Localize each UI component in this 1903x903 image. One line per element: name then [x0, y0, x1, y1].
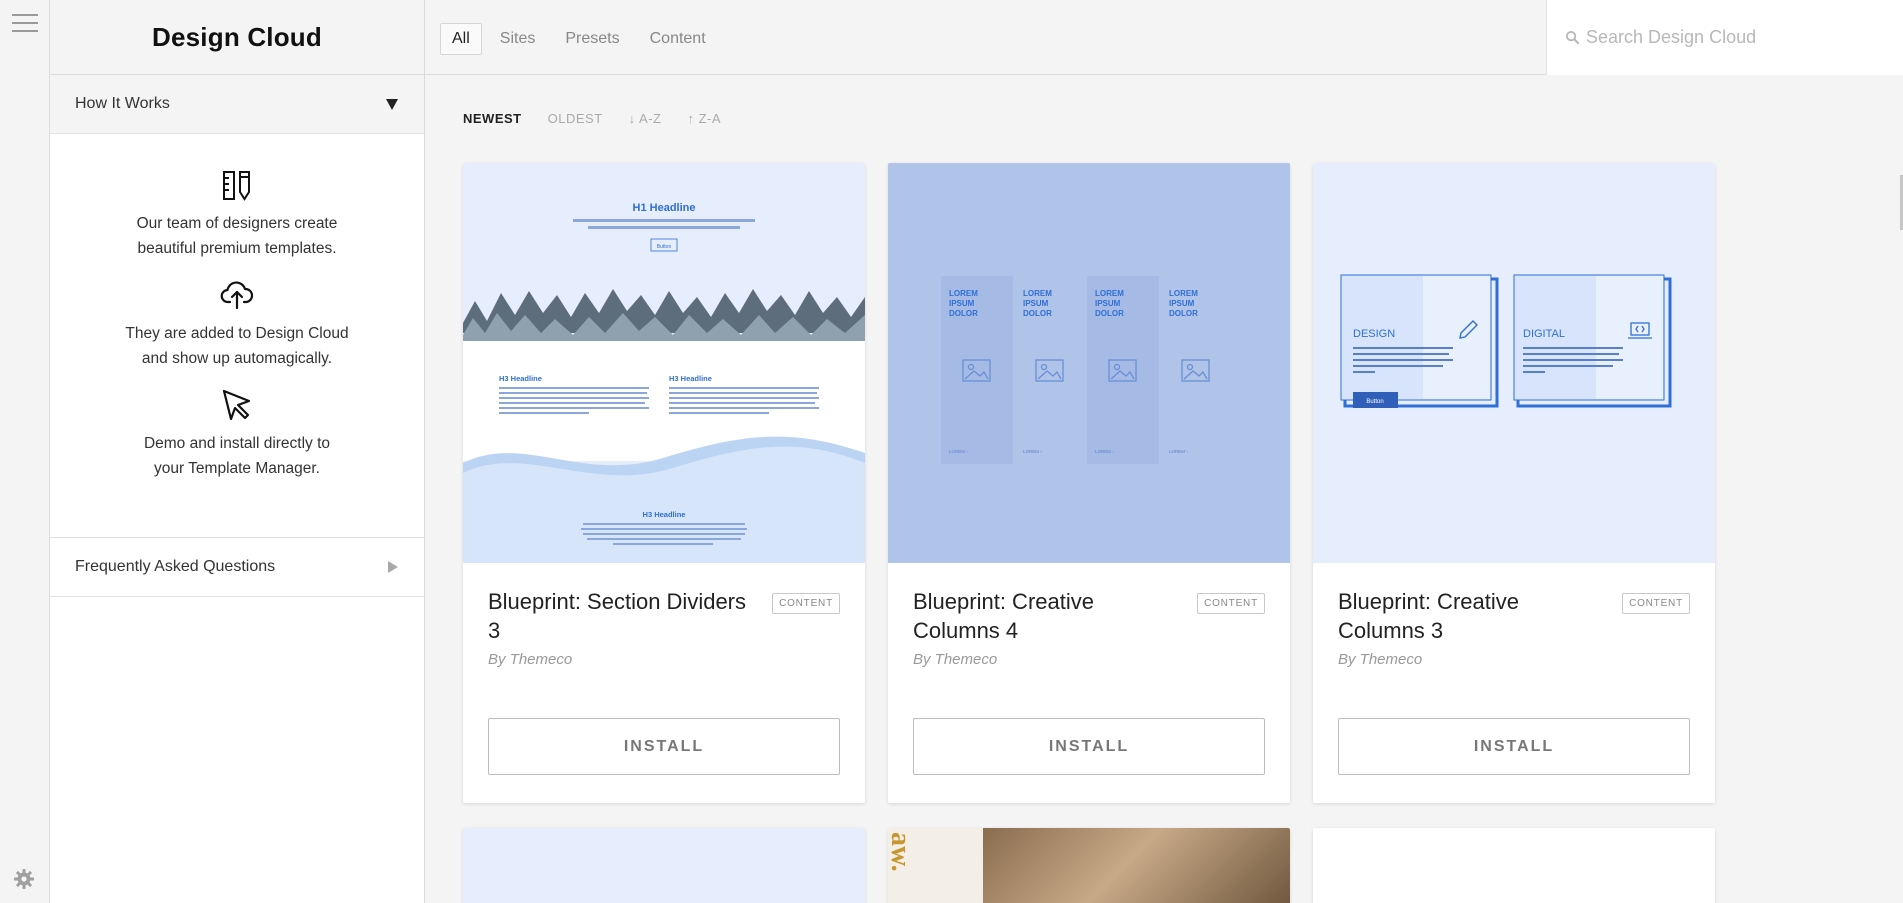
sort-bar: NEWEST OLDEST ↓ A-Z ↑ Z-A	[463, 111, 721, 126]
cloud-upload-icon	[220, 281, 254, 310]
template-thumbnail[interactable]	[463, 828, 865, 903]
svg-text:DOLOR: DOLOR	[1169, 309, 1198, 318]
search-box	[1546, 0, 1903, 75]
template-title: Blueprint: Creative Columns 4	[913, 589, 1094, 643]
creative-columns-3-preview: DESIGN Button DIGITAL	[1313, 163, 1715, 563]
preview-h3-right: H3 Headline	[669, 374, 712, 383]
how-step-design-text: Our team of designers create beautiful pr…	[136, 215, 338, 257]
template-card-partial[interactable]	[463, 828, 865, 903]
hamburger-icon[interactable]	[12, 14, 38, 34]
install-button[interactable]: INSTALL	[488, 718, 840, 775]
template-title: Blueprint: Creative Columns 3	[1338, 589, 1519, 643]
faq-label: Frequently Asked Questions	[75, 558, 276, 575]
svg-text:IPSUM: IPSUM	[1023, 299, 1049, 308]
sort-z-a[interactable]: ↑ Z-A	[687, 111, 721, 126]
template-card[interactable]: H1 Headline Button H3 Headline H3 Headli…	[463, 163, 865, 803]
type-badge: CONTENT	[1197, 593, 1265, 614]
svg-text:LOREM ›: LOREM ›	[1169, 449, 1188, 454]
type-badge: CONTENT	[1622, 593, 1690, 614]
tab-sites[interactable]: Sites	[488, 23, 548, 55]
photo-preview	[983, 828, 1290, 903]
sort-a-z[interactable]: ↓ A-Z	[629, 111, 662, 126]
preview-box-button: Button	[1366, 399, 1383, 405]
svg-text:IPSUM: IPSUM	[949, 299, 975, 308]
creative-columns-4-preview: LOREMIPSUMDOLOR LOREMIPSUMDOLOR LOREMIPS…	[888, 163, 1290, 563]
template-author: By Themeco	[488, 651, 573, 668]
how-it-works-label: How It Works	[75, 95, 170, 112]
template-thumbnail[interactable]: H1 Headline Button H3 Headline H3 Headli…	[463, 163, 865, 563]
how-step-cloud: They are added to Design Cloud and show u…	[50, 277, 424, 371]
how-step-install-text: Demo and install directly to your Templat…	[143, 435, 331, 477]
svg-text:LOREM ›: LOREM ›	[1095, 449, 1114, 454]
template-card-partial[interactable]	[1313, 828, 1715, 903]
svg-text:DOLOR: DOLOR	[1095, 309, 1124, 318]
preview-h3-left: H3 Headline	[499, 374, 542, 383]
template-info: Blueprint: Section Dividers 3 CONTENT By…	[463, 563, 865, 803]
install-button[interactable]: INSTALL	[1338, 718, 1690, 775]
template-title: Blueprint: Section Dividers 3	[488, 589, 747, 643]
ruler-pencil-icon	[223, 171, 250, 201]
how-step-design: Our team of designers create beautiful pr…	[50, 167, 424, 261]
tab-all[interactable]: All	[440, 23, 482, 55]
faq-toggle[interactable]: Frequently Asked Questions	[50, 538, 424, 597]
template-thumbnail[interactable]: aw.	[888, 828, 1290, 903]
triangle-right-icon	[388, 561, 398, 573]
preview-h3-bottom: H3 Headline	[643, 510, 686, 519]
preview-box2-title: DIGITAL	[1523, 328, 1565, 340]
search-icon	[1565, 30, 1580, 45]
svg-text:IPSUM: IPSUM	[1095, 299, 1121, 308]
template-author: By Themeco	[1338, 651, 1423, 668]
gear-icon[interactable]	[12, 867, 36, 891]
filter-tabs: All Sites Presets Content	[440, 23, 718, 55]
topbar: All Sites Presets Content	[425, 0, 1903, 75]
template-author: By Themeco	[913, 651, 998, 668]
template-info: Blueprint: Creative Columns 3 CONTENT By…	[1313, 563, 1715, 803]
sidebar-title: Design Cloud	[50, 0, 424, 75]
search-input[interactable]	[1586, 27, 1886, 48]
sort-newest[interactable]: NEWEST	[463, 111, 522, 126]
svg-text:DOLOR: DOLOR	[949, 309, 978, 318]
how-it-works-toggle[interactable]: How It Works	[50, 75, 424, 134]
left-rail	[0, 0, 50, 903]
how-step-cloud-text: They are added to Design Cloud and show u…	[125, 325, 349, 367]
scrollbar[interactable]	[1897, 75, 1903, 903]
how-it-works-panel: Our team of designers create beautiful pr…	[50, 134, 424, 538]
template-card[interactable]: DESIGN Button DIGITAL Blueprint: Creativ…	[1313, 163, 1715, 803]
sort-oldest[interactable]: OLDEST	[548, 111, 603, 126]
triangle-down-icon	[386, 98, 398, 110]
template-info: Blueprint: Creative Columns 4 CONTENT By…	[888, 563, 1290, 803]
type-badge: CONTENT	[772, 593, 840, 614]
preview-h1: H1 Headline	[633, 202, 696, 214]
tab-content[interactable]: Content	[638, 23, 718, 55]
svg-text:LOREM: LOREM	[1023, 289, 1052, 298]
template-thumbnail[interactable]: LOREM IPSUM DOLOR LOREM IPSUM DOLOR LOREM IPS…	[888, 163, 1290, 563]
preview-box1-title: DESIGN	[1353, 328, 1395, 340]
svg-text:LOREM: LOREM	[949, 289, 978, 298]
cursor-arrow-icon	[222, 389, 251, 421]
svg-text:DOLOR: DOLOR	[1023, 309, 1052, 318]
section-dividers-preview: H1 Headline Button H3 Headline H3 Headli…	[463, 163, 865, 563]
template-card-partial[interactable]: aw.	[888, 828, 1290, 903]
template-thumbnail[interactable]	[1313, 828, 1715, 903]
svg-text:LOREM: LOREM	[1169, 289, 1198, 298]
sidebar: Design Cloud How It Works Our team of de…	[50, 0, 425, 903]
svg-text:IPSUM: IPSUM	[1169, 299, 1195, 308]
tab-presets[interactable]: Presets	[553, 23, 631, 55]
preview-vertical-text: aw.	[888, 832, 916, 872]
template-thumbnail[interactable]: DESIGN Button DIGITAL	[1313, 163, 1715, 563]
how-step-install: Demo and install directly to your Templat…	[50, 387, 424, 481]
preview-button: Button	[657, 244, 672, 250]
svg-text:LOREM ›: LOREM ›	[1023, 449, 1042, 454]
svg-text:LOREM ›: LOREM ›	[949, 449, 968, 454]
template-card[interactable]: LOREM IPSUM DOLOR LOREM IPSUM DOLOR LOREM IPS…	[888, 163, 1290, 803]
svg-text:LOREM: LOREM	[1095, 289, 1124, 298]
install-button[interactable]: INSTALL	[913, 718, 1265, 775]
